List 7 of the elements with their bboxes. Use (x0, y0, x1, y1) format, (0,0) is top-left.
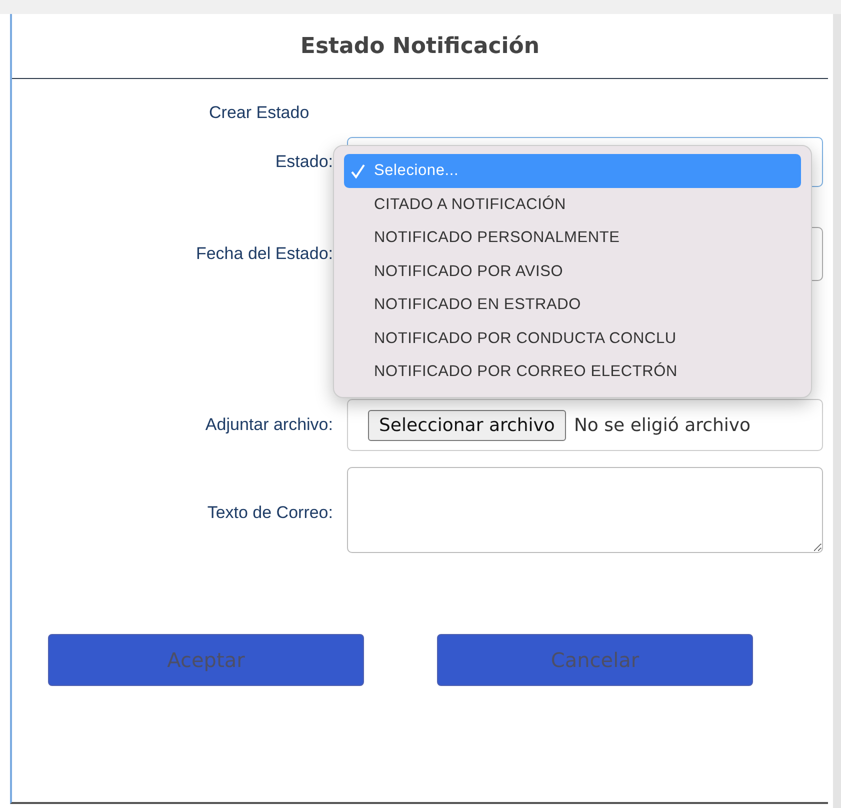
dialog-title: Estado Notificación (300, 34, 540, 58)
field-label: Estado: (275, 152, 333, 171)
file-status: No se eligió archivo (574, 414, 751, 436)
field-label: Fecha del Estado: (196, 244, 333, 263)
field-label: Texto de Correo: (207, 502, 333, 522)
section-heading: Crear Estado (209, 103, 310, 123)
field-label: Adjuntar archivo: (205, 415, 333, 434)
